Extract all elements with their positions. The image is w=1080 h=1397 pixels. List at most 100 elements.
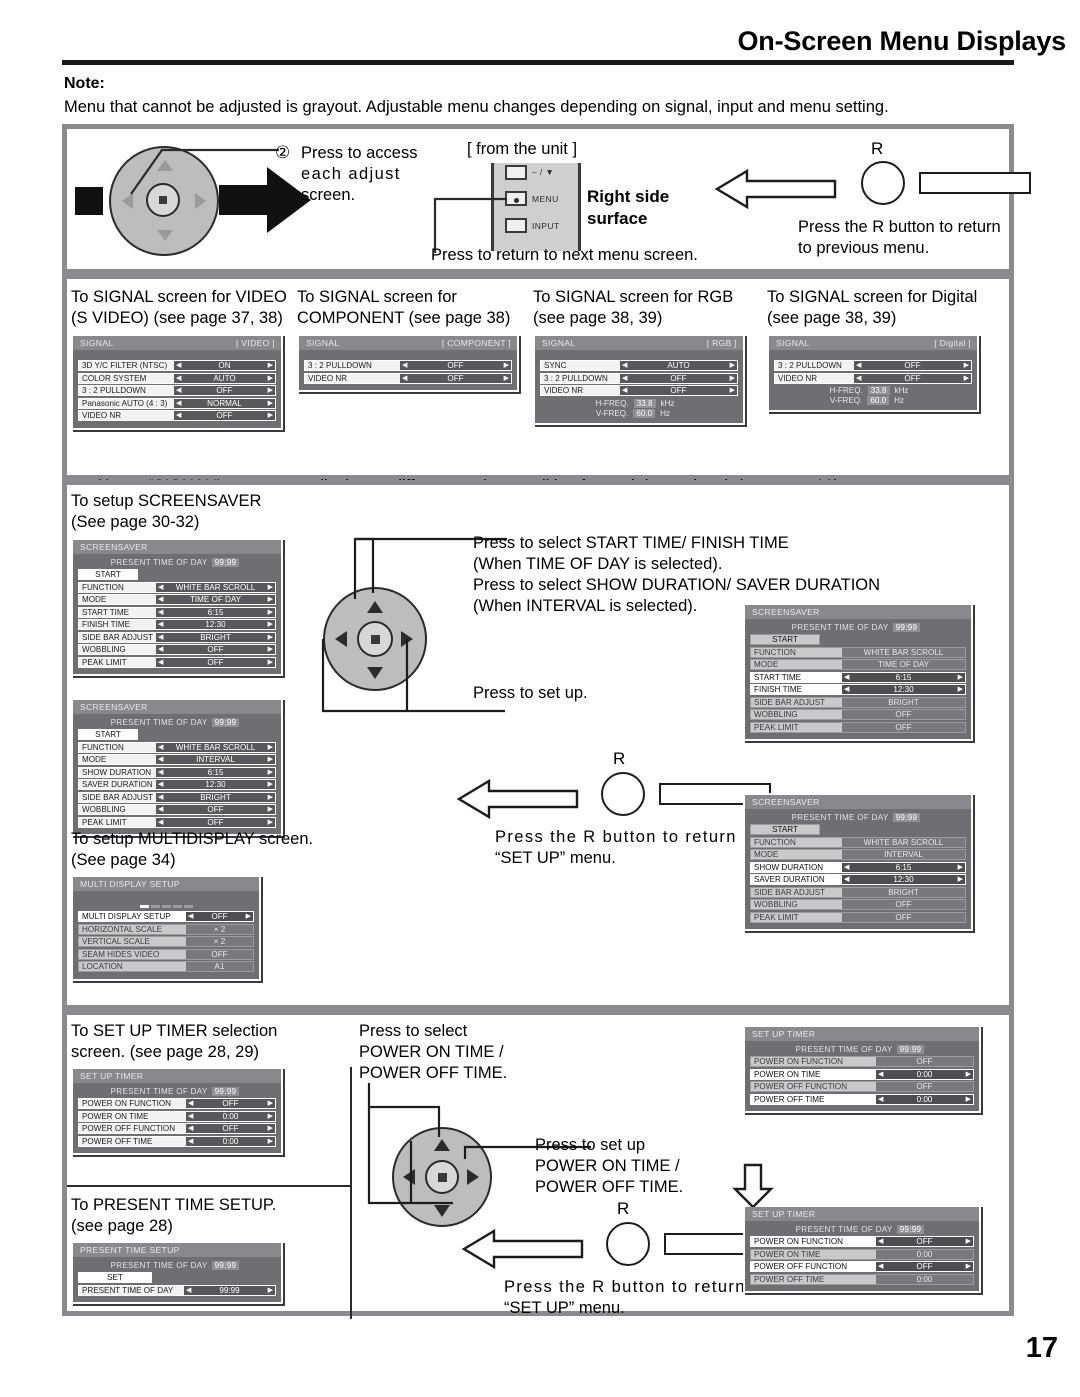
arrow-right-icon[interactable]: ▶	[504, 375, 509, 382]
osd-row[interactable]: START TIME ◀ ▶ 6:15	[750, 671, 966, 683]
osd-row-value[interactable]: ◀ ▶ TIME OF DAY	[156, 594, 276, 605]
osd-row-value[interactable]: ◀ ▶ 99:99	[184, 1284, 276, 1296]
arrow-right-icon[interactable]: ▶	[958, 674, 963, 681]
arrow-right-icon[interactable]: ▶	[966, 1263, 971, 1270]
osd-row-value[interactable]: ◀ ▶ OFF	[854, 372, 972, 384]
osd-row-value[interactable]: OFF	[842, 911, 966, 923]
arrow-right-icon[interactable]: ▶	[268, 806, 273, 813]
arrow-left-icon[interactable]: ◀	[158, 646, 163, 653]
osd-row[interactable]: MODE ◀ ▶ INTERVAL	[78, 754, 276, 765]
osd-row[interactable]: POWER OFF FUNCTION ◀ ▶ OFF	[750, 1261, 974, 1272]
arrow-left-icon[interactable]: ◀	[158, 584, 163, 591]
osd-row-value[interactable]: ◀ ▶ OFF	[876, 1236, 974, 1247]
osd-row[interactable]: FUNCTION ◀ ▶ WHITE BAR SCROLL	[78, 741, 276, 753]
osd-row-value[interactable]: ◀ ▶ OFF	[174, 385, 276, 396]
osd-row[interactable]: FUNCTION ◀ ▶ WHITE BAR SCROLL	[78, 581, 276, 593]
osd-row[interactable]: MULTI DISPLAY SETUP ◀ ▶ OFF	[78, 911, 254, 922]
osd-row[interactable]: LOCATION A1	[78, 961, 254, 972]
osd-row[interactable]: PEAK LIMIT OFF	[750, 911, 966, 923]
osd-row-value[interactable]: ◀ ▶ OFF	[156, 644, 276, 655]
osd-row-value[interactable]: ◀ ▶ 6:15	[842, 861, 966, 873]
osd-row-value[interactable]: ◀ ▶ 12:30	[842, 684, 966, 695]
osd-row[interactable]: MODE TIME OF DAY	[750, 659, 966, 670]
arrow-right-icon[interactable]: ▶	[268, 609, 273, 616]
osd-row-value[interactable]: 0:00	[876, 1273, 974, 1285]
osd-row-value[interactable]: ◀ ▶ 6:15	[156, 766, 276, 778]
osd-row[interactable]: SEAM HIDES VIDEO OFF	[78, 948, 254, 960]
osd-row[interactable]: VERTICAL SCALE × 2	[78, 936, 254, 947]
osd-row-value[interactable]: ◀ ▶ OFF	[854, 360, 972, 371]
arrow-right-icon[interactable]: ▶	[730, 375, 735, 382]
osd-row-value[interactable]: ◀ ▶ AUTO	[620, 360, 738, 371]
osd-row[interactable]: HORIZONTAL SCALE × 2	[78, 923, 254, 935]
osd-row-value[interactable]: ◀ ▶ INTERVAL	[156, 754, 276, 765]
arrow-right-icon[interactable]: ▶	[268, 1100, 273, 1107]
osd-row[interactable]: POWER ON TIME ◀ ▶ 0:00	[78, 1110, 276, 1122]
arrow-right-icon[interactable]: ▶	[966, 1238, 971, 1245]
osd-row[interactable]: SAVER DURATION ◀ ▶ 12:30	[750, 874, 966, 885]
arrow-left-icon[interactable]: ◀	[158, 659, 163, 666]
arrow-right-icon[interactable]: ▶	[268, 756, 273, 763]
arrow-right-icon[interactable]: ▶	[268, 634, 273, 641]
osd-row[interactable]: SAVER DURATION ◀ ▶ 12:30	[78, 779, 276, 790]
osd-row-value[interactable]: 0:00	[876, 1248, 974, 1260]
arrow-right-icon[interactable]: ▶	[268, 659, 273, 666]
arrow-left-icon[interactable]: ◀	[186, 1287, 191, 1294]
arrow-left-icon[interactable]: ◀	[176, 375, 181, 382]
osd-row-value[interactable]: ◀ ▶ 0:00	[876, 1068, 974, 1080]
osd-row-value[interactable]: BRIGHT	[842, 696, 966, 708]
arrow-left-icon[interactable]: ◀	[158, 621, 163, 628]
osd-row-value[interactable]: ◀ ▶ 12:30	[156, 619, 276, 630]
osd-row[interactable]: SHOW DURATION ◀ ▶ 6:15	[750, 861, 966, 873]
osd-row-value[interactable]: ◀ ▶ 0:00	[186, 1110, 276, 1122]
osd-row[interactable]: WOBBLING ◀ ▶ OFF	[78, 804, 276, 815]
arrow-right-icon[interactable]: ▶	[268, 769, 273, 776]
r-button-icon[interactable]	[606, 1222, 650, 1266]
arrow-right-icon[interactable]: ▶	[268, 781, 273, 788]
arrow-left-icon[interactable]: ◀	[158, 744, 163, 751]
osd-row-value[interactable]: OFF	[876, 1056, 974, 1067]
osd-row-value[interactable]: BRIGHT	[842, 886, 966, 898]
osd-row[interactable]: MODE INTERVAL	[750, 849, 966, 860]
osd-row[interactable]: COLOR SYSTEM ◀ ▶ AUTO	[78, 372, 276, 384]
arrow-left-icon[interactable]: ◀	[844, 674, 849, 681]
osd-row-value[interactable]: ◀ ▶ OFF	[400, 360, 512, 371]
osd-row[interactable]: SHOW DURATION ◀ ▶ 6:15	[78, 766, 276, 778]
arrow-right-icon[interactable]: ▶	[964, 375, 969, 382]
arrow-left-icon[interactable]: ◀	[176, 412, 181, 419]
osd-row[interactable]: SYNC ◀ ▶ AUTO	[540, 360, 738, 371]
osd-row[interactable]: POWER OFF FUNCTION OFF	[750, 1081, 974, 1092]
osd-row[interactable]: POWER ON FUNCTION ◀ ▶ OFF	[750, 1236, 974, 1247]
osd-row-value[interactable]: ◀ ▶ BRIGHT	[156, 631, 276, 643]
osd-row[interactable]: VIDEO NR ◀ ▶ OFF	[774, 372, 972, 384]
osd-row[interactable]: PEAK LIMIT ◀ ▶ OFF	[78, 816, 276, 828]
osd-row[interactable]: SIDE BAR ADJUST ◀ ▶ BRIGHT	[78, 631, 276, 643]
arrow-right-icon[interactable]: ▶	[268, 596, 273, 603]
osd-row-value[interactable]: ◀ ▶ AUTO	[174, 372, 276, 384]
osd-row-value[interactable]: OFF	[842, 709, 966, 720]
osd-row[interactable]: PRESENT TIME OF DAY ◀ ▶ 99:99	[78, 1284, 276, 1296]
osd-row-value[interactable]: ◀ ▶ OFF	[174, 410, 276, 421]
osd-row[interactable]: POWER OFF TIME ◀ ▶ 0:00	[78, 1135, 276, 1147]
arrow-right-icon[interactable]: ▶	[268, 387, 273, 394]
osd-row[interactable]: 3 : 2 PULLDOWN ◀ ▶ OFF	[774, 360, 972, 371]
osd-row-value[interactable]: OFF	[842, 899, 966, 910]
osd-row[interactable]: 3 : 2 PULLDOWN ◀ ▶ OFF	[540, 372, 738, 384]
osd-row-value[interactable]: ◀ ▶ OFF	[186, 1123, 276, 1134]
osd-row-value[interactable]: ◀ ▶ NORMAL	[174, 397, 276, 409]
osd-row-value[interactable]: ◀ ▶ WHITE BAR SCROLL	[156, 741, 276, 753]
arrow-right-icon[interactable]: ▶	[268, 819, 273, 826]
arrow-left-icon[interactable]: ◀	[176, 400, 181, 407]
arrow-right-icon[interactable]: ▶	[966, 1071, 971, 1078]
arrow-right-icon[interactable]: ▶	[504, 362, 509, 369]
osd-row-value[interactable]: × 2	[186, 923, 254, 935]
osd-row[interactable]: 3 : 2 PULLDOWN ◀ ▶ OFF	[304, 360, 512, 371]
osd-row-value[interactable]: ◀ ▶ OFF	[400, 372, 512, 384]
osd-row-value[interactable]: ◀ ▶ 0:00	[876, 1093, 974, 1105]
arrow-left-icon[interactable]: ◀	[878, 1096, 883, 1103]
osd-row-value[interactable]: ◀ ▶ OFF	[186, 1098, 276, 1109]
arrow-left-icon[interactable]: ◀	[844, 876, 849, 883]
arrow-left-icon[interactable]: ◀	[856, 362, 861, 369]
arrow-right-icon[interactable]: ▶	[958, 876, 963, 883]
arrow-left-icon[interactable]: ◀	[158, 756, 163, 763]
